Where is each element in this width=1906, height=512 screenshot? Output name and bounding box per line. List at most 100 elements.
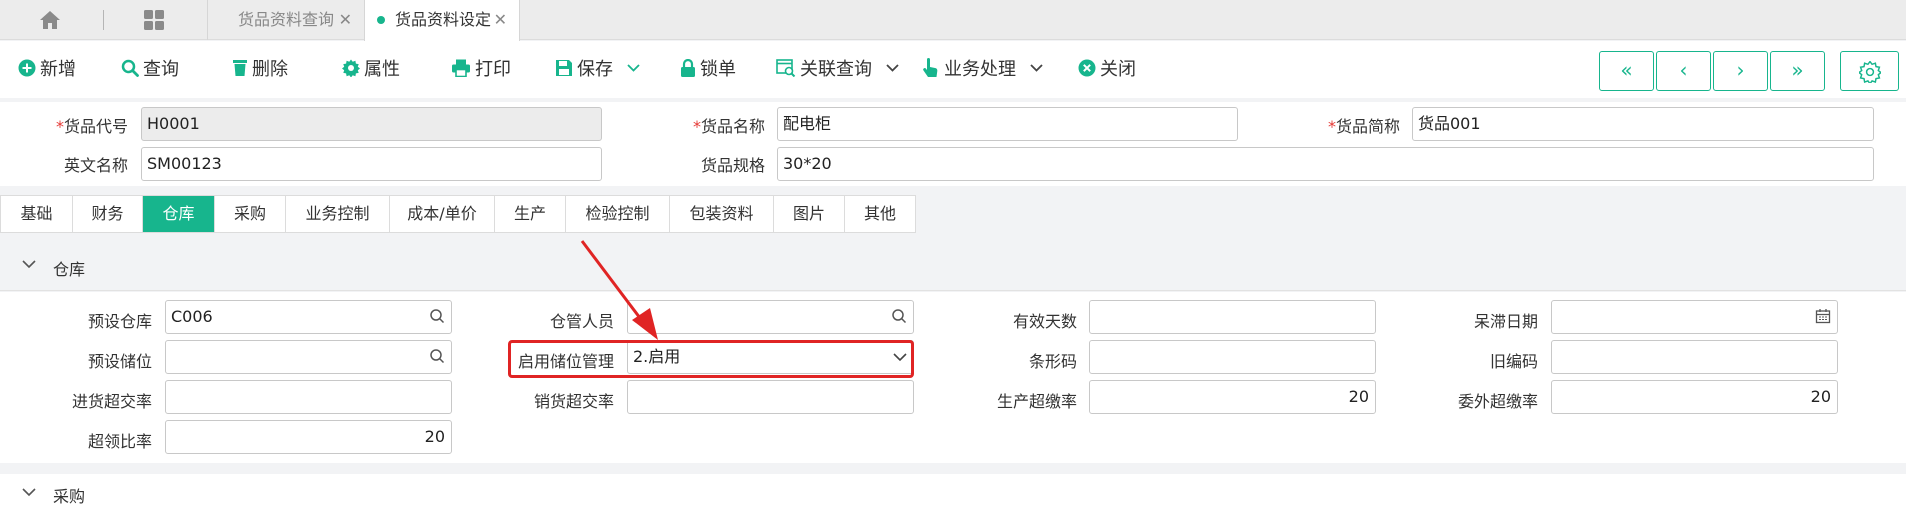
- properties-button[interactable]: 属性: [342, 56, 400, 84]
- subtab-finance[interactable]: 财务: [73, 196, 143, 232]
- subtab-business-control[interactable]: 业务控制: [286, 196, 390, 232]
- subtab-images[interactable]: 图片: [774, 196, 845, 232]
- gear-icon: [1857, 59, 1882, 85]
- warehouse-section-header[interactable]: 仓库: [0, 243, 1906, 291]
- keeper-field[interactable]: [627, 300, 914, 334]
- subtab-purchase[interactable]: 采购: [215, 196, 286, 232]
- name-label-text: 货品名称: [700, 117, 765, 136]
- required-mark: *: [55, 117, 64, 136]
- related-query-button[interactable]: 关联查询: [776, 56, 899, 84]
- sales-over-rate-label: 销货超交率: [533, 392, 614, 411]
- sales-over-rate-field[interactable]: [627, 380, 914, 414]
- purchase-section-title: 采购: [53, 487, 86, 506]
- keeper-label: 仓管人员: [549, 312, 614, 331]
- production-over-rate-label: 生产超缴率: [996, 392, 1077, 411]
- valid-days-field[interactable]: [1089, 300, 1376, 334]
- add-button[interactable]: 新增: [18, 56, 76, 84]
- tab-item-query-label: 货品资料查询: [238, 10, 335, 29]
- nav-first-button[interactable]: «: [1599, 51, 1654, 91]
- query-label: 查询: [143, 59, 179, 80]
- delete-button[interactable]: 删除: [232, 56, 288, 84]
- old-code-label: 旧编码: [1489, 352, 1538, 371]
- nav-prev-button[interactable]: ‹: [1656, 51, 1711, 91]
- search-icon: [121, 59, 139, 77]
- stale-date-field[interactable]: [1551, 300, 1838, 334]
- printer-icon: [452, 59, 470, 77]
- business-button[interactable]: 业务处理: [922, 56, 1043, 84]
- barcode-label: 条形码: [1028, 352, 1077, 371]
- close-label: 关闭: [1100, 59, 1136, 80]
- calendar-icon[interactable]: [1815, 308, 1831, 324]
- location-management-label: 启用储位管理: [517, 352, 614, 371]
- search-icon[interactable]: [891, 308, 907, 324]
- chevron-down-icon: [22, 260, 36, 269]
- search-icon[interactable]: [429, 348, 445, 364]
- code-field[interactable]: H0001: [141, 107, 602, 141]
- spec-label: 货品规格: [700, 156, 765, 175]
- overdraw-rate-field[interactable]: 20: [165, 420, 452, 454]
- tab-item-query[interactable]: 货品资料查询 ✕: [207, 0, 364, 40]
- nav-last-button[interactable]: »: [1770, 51, 1825, 91]
- search-icon[interactable]: [429, 308, 445, 324]
- default-warehouse-field[interactable]: C006: [165, 300, 452, 334]
- subtab-basic[interactable]: 基础: [1, 196, 73, 232]
- toolbar: 新增 查询 删除 属性 打印 保存 锁单 关联查询 业务处理 关闭 « ‹ › …: [0, 41, 1906, 98]
- subtab-production[interactable]: 生产: [495, 196, 566, 232]
- close-icon[interactable]: ✕: [339, 0, 352, 40]
- purchase-over-rate-label: 进货超交率: [71, 392, 152, 411]
- business-label: 业务处理: [944, 59, 1016, 80]
- tab-bar-separator: [103, 10, 104, 30]
- short-name-label: *货品简称: [1295, 113, 1400, 137]
- location-management-select[interactable]: 2.启用: [627, 340, 914, 374]
- plus-circle-icon: [18, 59, 36, 77]
- lock-button[interactable]: 锁单: [680, 56, 736, 84]
- apps-grid-icon[interactable]: [143, 9, 165, 31]
- required-mark: *: [692, 117, 701, 136]
- nav-prev-icon: ‹: [1679, 58, 1688, 82]
- nav-first-icon: «: [1620, 58, 1633, 82]
- close-icon[interactable]: ✕: [494, 0, 507, 40]
- save-button[interactable]: 保存: [555, 56, 640, 84]
- default-warehouse-value: C006: [171, 307, 213, 326]
- trash-icon: [233, 60, 247, 76]
- detail-tabs: 基础 财务 仓库 采购 业务控制 成本/单价 生产 检验控制 包装资料 图片 其…: [0, 195, 916, 233]
- warehouse-section-title: 仓库: [53, 260, 86, 279]
- outsource-over-rate-field[interactable]: 20: [1551, 380, 1838, 414]
- english-name-label: 英文名称: [63, 156, 128, 175]
- purchase-over-rate-field[interactable]: [165, 380, 452, 414]
- default-location-field[interactable]: [165, 340, 452, 374]
- print-button[interactable]: 打印: [451, 56, 511, 84]
- subtab-cost-price[interactable]: 成本/单价: [390, 196, 495, 232]
- gear-icon: [342, 59, 360, 77]
- nav-next-button[interactable]: ›: [1713, 51, 1768, 91]
- production-over-rate-field[interactable]: 20: [1089, 380, 1376, 414]
- chevron-down-icon: [893, 353, 907, 362]
- spec-field[interactable]: 30*20: [777, 147, 1874, 181]
- window-search-icon: [776, 59, 796, 77]
- subtab-packaging[interactable]: 包装资料: [670, 196, 774, 232]
- short-name-label-text: 货品简称: [1335, 117, 1400, 136]
- short-name-field[interactable]: 货品001: [1412, 107, 1874, 141]
- delete-label: 删除: [252, 59, 288, 80]
- properties-label: 属性: [364, 59, 400, 80]
- overdraw-rate-label: 超领比率: [87, 432, 152, 451]
- home-icon[interactable]: [38, 10, 62, 30]
- lock-label: 锁单: [700, 59, 736, 80]
- old-code-field[interactable]: [1551, 340, 1838, 374]
- tab-item-settings[interactable]: 货品资料设定 ✕: [364, 0, 520, 41]
- subtab-inspection[interactable]: 检验控制: [566, 196, 670, 232]
- query-button[interactable]: 查询: [121, 56, 179, 84]
- subtab-warehouse[interactable]: 仓库: [143, 196, 215, 232]
- name-field[interactable]: 配电柜: [777, 107, 1238, 141]
- stale-date-label: 呆滞日期: [1473, 312, 1538, 331]
- purchase-section-header[interactable]: 采购: [0, 474, 1906, 512]
- english-name-field[interactable]: SM00123: [141, 147, 602, 181]
- lock-icon: [681, 59, 695, 77]
- barcode-field[interactable]: [1089, 340, 1376, 374]
- outsource-over-rate-label: 委外超缴率: [1457, 392, 1538, 411]
- subtab-other[interactable]: 其他: [845, 196, 915, 232]
- related-query-label: 关联查询: [800, 59, 872, 80]
- close-button[interactable]: 关闭: [1078, 56, 1136, 84]
- tab-bar: 货品资料查询 ✕ 货品资料设定 ✕: [0, 0, 1906, 41]
- settings-button[interactable]: [1840, 51, 1899, 91]
